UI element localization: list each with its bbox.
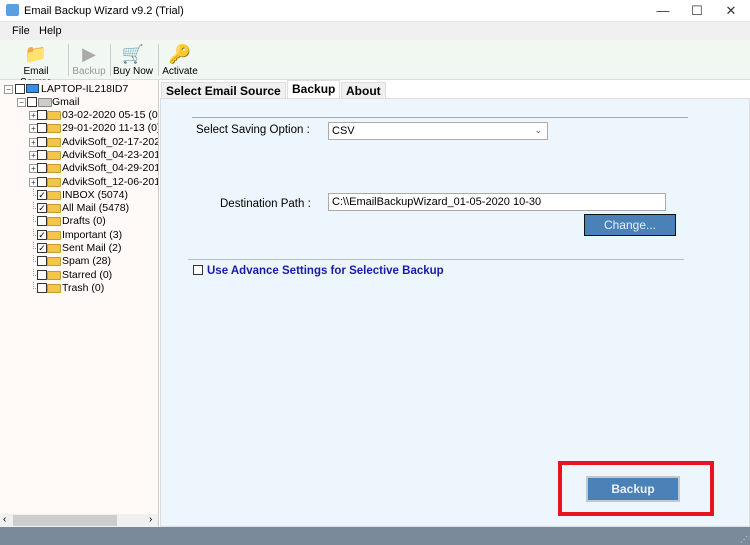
tree-root[interactable]: − LAPTOP-IL218ID7 (0, 83, 158, 96)
tab-about[interactable]: About (341, 82, 386, 98)
advance-settings-checkbox[interactable] (193, 265, 203, 275)
checkbox[interactable] (37, 256, 47, 267)
computer-icon (26, 84, 39, 93)
checkbox[interactable]: ✓ (37, 203, 47, 214)
folder-icon (47, 177, 61, 187)
tree-folder-item[interactable]: ✓ Important (3) (0, 228, 158, 242)
app-icon (6, 4, 19, 16)
buy-now-button[interactable]: 🛒 Buy Now (113, 42, 153, 79)
play-icon: ▶ (82, 44, 96, 64)
folder-tree: − LAPTOP-IL218ID7 − Gmail +03-02-2020 05… (0, 80, 159, 527)
close-button[interactable]: ✕ (714, 0, 748, 22)
tree-folder-item[interactable]: Trash (0) (0, 281, 158, 295)
folder-icon (47, 150, 61, 160)
toolbar-separator (110, 44, 111, 76)
destination-path-input[interactable]: C:\\EmailBackupWizard_01-05-2020 10-30 (328, 193, 666, 211)
folder-icon (47, 124, 61, 134)
checkbox[interactable] (37, 216, 47, 227)
email-source-button[interactable]: 📁Email Source (8, 42, 64, 88)
activate-button[interactable]: 🔑 Activate (162, 42, 198, 79)
minimize-button[interactable]: — (646, 0, 680, 22)
folder-icon (47, 164, 61, 174)
backup-panel: Select Saving Option : CSV ⌄ Destination… (160, 98, 750, 527)
tree-folder-item[interactable]: + AdvikSoft_12-06-2019 (0, 176, 158, 189)
saving-option-select[interactable]: CSV ⌄ (328, 122, 548, 140)
tree-folder-item[interactable]: ✓ Sent Mail (2) (0, 242, 158, 255)
menu-bar: File Help (0, 22, 750, 40)
checkbox[interactable] (37, 110, 47, 120)
backup-toolbar-button[interactable]: ▶ Backup (72, 42, 106, 79)
checkbox[interactable]: ✓ (37, 243, 47, 253)
checkbox[interactable] (15, 84, 25, 94)
tab-select-email-source[interactable]: Select Email Source (161, 82, 286, 98)
menu-help[interactable]: Help (39, 25, 62, 37)
window-title: Email Backup Wizard v9.2 (Trial) (24, 5, 184, 17)
divider (188, 259, 684, 260)
mailbox-icon (38, 98, 52, 107)
divider (192, 117, 688, 118)
folder-add-icon: 📁 (24, 44, 48, 64)
resize-grip-icon[interactable]: ⋰ (740, 535, 748, 544)
tree-folder-item[interactable]: ✓ INBOX (5074) (0, 188, 158, 202)
tab-bar: Select Email Source Backup About (160, 80, 750, 98)
tree-folder-item[interactable]: + AdvikSoft_04-23-2019 (0, 149, 158, 162)
key-icon: 🔑 (168, 44, 192, 64)
tree-folder-item[interactable]: +29-01-2020 11-13 (0) (0, 122, 158, 135)
maximize-button[interactable]: ☐ (680, 0, 714, 22)
folder-icon (47, 257, 61, 267)
checkbox[interactable]: ✓ (37, 189, 47, 200)
collapse-icon[interactable]: − (17, 98, 26, 107)
tab-backup[interactable]: Backup (287, 80, 341, 98)
folder-icon (47, 230, 61, 240)
scroll-left-icon[interactable]: ‹ (3, 514, 6, 525)
backup-button[interactable]: Backup (586, 476, 680, 502)
destination-path-label: Destination Path : (220, 198, 311, 210)
scroll-right-icon[interactable]: › (149, 514, 152, 525)
scroll-thumb[interactable] (13, 515, 117, 526)
folder-icon (47, 137, 61, 147)
tree-horizontal-scrollbar[interactable]: ‹ › (0, 514, 158, 527)
tree-folder-item[interactable]: +03-02-2020 05-15 (0) (0, 109, 158, 122)
menu-file[interactable]: File (12, 25, 30, 37)
checkbox[interactable] (37, 136, 47, 147)
advance-settings-label[interactable]: Use Advance Settings for Selective Backu… (207, 265, 444, 277)
tree-folder-item[interactable]: ✓ All Mail (5478) (0, 202, 158, 215)
checkbox[interactable] (37, 282, 47, 293)
checkbox[interactable] (37, 163, 47, 174)
toolbar-separator (68, 44, 69, 76)
toolbar: 📁Email Source ▶Backup 🛒Buy Now 🔑Activate (0, 40, 750, 88)
tree-folder-item[interactable]: Starred (0) (0, 268, 158, 282)
change-button[interactable]: Change... (584, 214, 676, 236)
tree-folder-item[interactable]: + AdvikSoft_02-17-2020 (0, 136, 158, 149)
checkbox[interactable] (37, 149, 47, 160)
title-bar: Email Backup Wizard v9.2 (Trial) — ☐ ✕ (0, 0, 750, 22)
checkbox[interactable]: ✓ (37, 229, 47, 240)
saving-option-label: Select Saving Option : (196, 124, 310, 136)
checkbox[interactable] (27, 97, 37, 107)
status-bar: ⋰ (0, 527, 750, 545)
folder-icon (47, 283, 61, 293)
folder-icon (47, 111, 61, 120)
cart-icon: 🛒 (121, 44, 145, 64)
folder-icon (47, 270, 61, 280)
tree-folder-item[interactable]: Drafts (0) (0, 215, 158, 228)
checkbox[interactable] (37, 176, 47, 187)
collapse-icon[interactable]: − (4, 85, 13, 94)
checkbox[interactable] (37, 123, 47, 134)
tree-account[interactable]: − Gmail (0, 96, 158, 109)
tree-folder-item[interactable]: Spam (28) (0, 255, 158, 268)
folder-icon (47, 217, 61, 227)
folder-icon (47, 190, 61, 200)
folder-icon (47, 244, 61, 253)
folder-icon (47, 204, 61, 214)
checkbox[interactable] (37, 269, 47, 280)
chevron-down-icon: ⌄ (534, 125, 542, 135)
tree-folder-item[interactable]: + AdvikSoft_04-29-2019 (0, 162, 158, 175)
toolbar-separator (158, 44, 159, 76)
